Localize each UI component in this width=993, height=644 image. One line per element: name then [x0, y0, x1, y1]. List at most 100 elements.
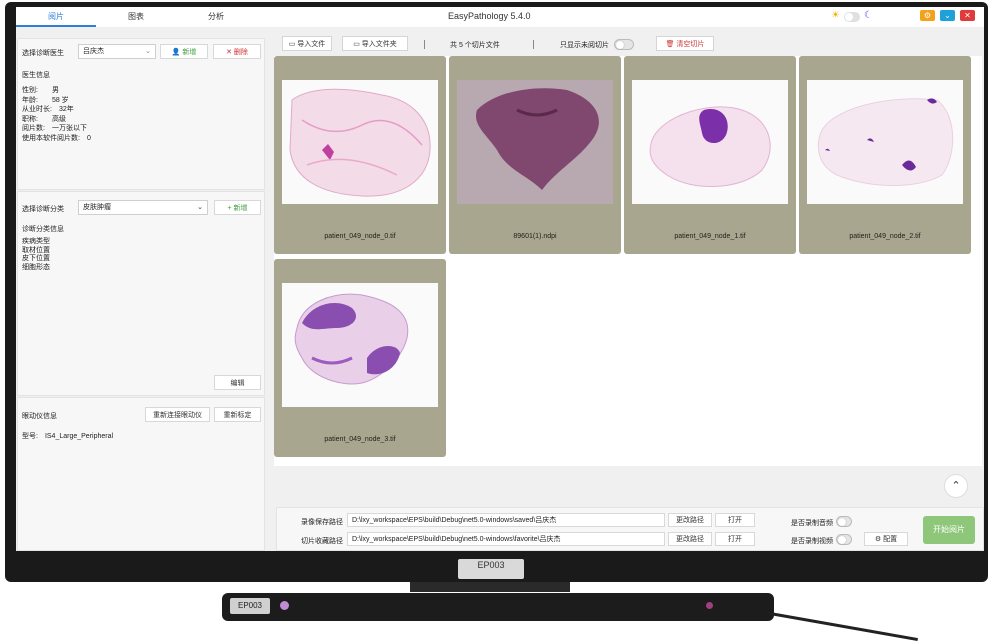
doctor-info-line: 阅片数: 一万张以下: [22, 125, 87, 132]
record-open-button[interactable]: 打开: [715, 513, 755, 527]
file-icon: ▭: [288, 41, 296, 48]
tracker-cable: [769, 612, 918, 642]
tissue-image: [649, 106, 771, 187]
tracker-model: 型号: IS4_Large_Peripheral: [22, 433, 114, 440]
chevron-down-icon: ⌄: [145, 48, 151, 55]
theme-toggle[interactable]: [844, 12, 860, 22]
favorite-path-input[interactable]: D:\lxy_workspace\EPS\build\Debug\net5.0-…: [347, 532, 665, 546]
bottom-settings: 录像保存路径 D:\lxy_workspace\EPS\build\Debug\…: [276, 507, 984, 551]
slide-name: patient_049_node_0.tif: [324, 233, 396, 240]
doctor-panel: 选择诊断医生 吕庆杰 ⌄ 👤 新增 ✕ 删除 医生信息 性别: 男 年龄: 58…: [17, 38, 265, 190]
minimize-button[interactable]: ⌄: [940, 10, 955, 21]
slide-card[interactable]: patient_049_node_3.tif: [274, 259, 446, 457]
record-change-path-button[interactable]: 更改路径: [668, 513, 712, 527]
tracker-sensor: [706, 602, 713, 609]
add-category-button[interactable]: + 新增: [214, 200, 261, 215]
slide-name: patient_049_node_2.tif: [849, 233, 921, 240]
record-audio-label: 是否录制音频: [791, 520, 833, 527]
slide-toolbar: ▭ 导入文件 ▭ 导入文件夹 共 5 个切片文件 只显示未阅切片 🗑 清空切片: [274, 32, 984, 54]
doctor-info-line: 职称: 高级: [22, 115, 66, 123]
doctor-info-line: 性别: 男: [22, 87, 59, 94]
tissue-image: [476, 88, 599, 190]
tab-charts[interactable]: 图表: [96, 7, 176, 27]
config-label: 配置: [883, 536, 898, 543]
doctor-info-line: 从业时长: 32年: [22, 106, 74, 113]
close-icon: ✕: [226, 49, 232, 56]
moon-icon: ☾: [864, 10, 873, 21]
category-select[interactable]: 皮肤肿瘤 ⌄: [78, 200, 208, 215]
doctor-select-label: 选择诊断医生: [22, 50, 64, 57]
diagnosis-panel: 选择诊断分类 皮肤肿瘤 ⌄ + 新增 诊断分类信息 疾病类型 取材位置 皮下位置…: [17, 191, 265, 396]
record-path-input[interactable]: D:\lxy_workspace\EPS\build\Debug\net5.0-…: [347, 513, 665, 527]
slide-card[interactable]: patient_049_node_2.tif: [799, 56, 971, 254]
eye-tracker-panel: 眼动仪信息 重新连接眼动仪 重新标定 型号: IS4_Large_Periphe…: [17, 397, 265, 551]
delete-doctor-label: 删除: [233, 49, 248, 56]
chevron-down-icon: ⌄: [197, 204, 203, 211]
delete-doctor-button[interactable]: ✕ 删除: [213, 44, 261, 59]
tissue-image: [817, 98, 954, 186]
clear-slides-button[interactable]: 🗑 清空切片: [656, 36, 714, 51]
category-info-line: 皮下位置: [22, 255, 50, 262]
category-info-line: 取材位置: [22, 246, 50, 254]
slide-card[interactable]: 89601(1).ndpi: [449, 56, 621, 254]
favorite-path-label: 切片收藏路径: [301, 538, 343, 545]
doctor-select-value: 吕庆杰: [83, 48, 104, 55]
config-button[interactable]: ⚙ 配置: [864, 532, 908, 546]
record-path-label: 录像保存路径: [301, 519, 343, 526]
category-info-list: 疾病类型 取材位置 皮下位置 细胞形态: [22, 238, 50, 272]
close-icon: ✕: [964, 11, 971, 20]
doctor-info-line: 年龄: 58 岁: [22, 96, 69, 104]
tab-analysis[interactable]: 分析: [176, 7, 256, 27]
divider: [533, 40, 534, 49]
slide-name: patient_049_node_3.tif: [324, 436, 396, 443]
doctor-info-line: 使用本软件阅片数: 0: [22, 134, 91, 142]
title-bar: 阅片 图表 分析 EasyPathology 5.4.0 ☀ ☾ ⚙ ⌄ ✕: [16, 7, 984, 27]
app-window: 阅片 图表 分析 EasyPathology 5.4.0 ☀ ☾ ⚙ ⌄ ✕ 选…: [16, 7, 984, 551]
doctor-info-title: 医生信息: [22, 72, 50, 79]
add-user-icon: 👤: [171, 49, 181, 56]
recalibrate-button[interactable]: 重新标定: [214, 407, 261, 422]
doctor-info-list: 性别: 男 年龄: 58 岁 从业时长: 32年 职称: 高级 阅片数: 一万张…: [22, 86, 91, 143]
scroll-top-button[interactable]: ⌃: [944, 474, 968, 498]
favorite-change-path-button[interactable]: 更改路径: [668, 532, 712, 546]
tab-reading[interactable]: 阅片: [16, 7, 96, 27]
close-button[interactable]: ✕: [960, 10, 975, 21]
gear-icon: ⚙: [874, 536, 882, 543]
slide-name: patient_049_node_1.tif: [674, 233, 746, 240]
show-unread-label: 只显示未阅切片: [560, 42, 609, 49]
monitor-stand: [410, 582, 570, 592]
category-info-line: 疾病类型: [22, 238, 50, 245]
edit-category-button[interactable]: 编辑: [214, 375, 261, 390]
category-select-label: 选择诊断分类: [22, 206, 64, 213]
record-video-toggle[interactable]: [836, 534, 852, 545]
monitor-tag-text: EP003: [477, 560, 505, 570]
record-audio-toggle[interactable]: [836, 516, 852, 527]
eye-tracker-title: 眼动仪信息: [22, 413, 57, 420]
record-video-label: 是否录制视频: [791, 538, 833, 545]
clear-slides-label: 清空切片: [676, 41, 705, 48]
slide-thumbnail: [807, 80, 963, 204]
show-unread-toggle[interactable]: [614, 39, 634, 50]
import-folder-button[interactable]: ▭ 导入文件夹: [342, 36, 408, 51]
tissue-image: [289, 88, 431, 197]
gear-icon: ⚙: [923, 11, 932, 20]
slide-gallery: patient_049_node_0.tif 89601(1).ndpi pat…: [274, 56, 982, 498]
import-folder-label: 导入文件夹: [361, 41, 397, 48]
doctor-select[interactable]: 吕庆杰 ⌄: [78, 44, 156, 59]
favorite-open-button[interactable]: 打开: [715, 532, 755, 546]
tissue-image: [294, 293, 409, 385]
monitor-tag: EP003: [458, 559, 524, 579]
slide-card[interactable]: patient_049_node_0.tif: [274, 56, 446, 254]
reconnect-tracker-button[interactable]: 重新连接眼动仪: [145, 407, 210, 422]
eye-tracker-device: EP003: [222, 593, 774, 621]
add-doctor-button[interactable]: 👤 新增: [160, 44, 208, 59]
import-file-button[interactable]: ▭ 导入文件: [282, 36, 332, 51]
add-doctor-label: 新增: [182, 49, 197, 56]
slide-card[interactable]: patient_049_node_1.tif: [624, 56, 796, 254]
category-select-value: 皮肤肿瘤: [83, 204, 111, 211]
settings-button[interactable]: ⚙: [920, 10, 935, 21]
folder-icon: ▭: [353, 41, 360, 48]
monitor-frame: 阅片 图表 分析 EasyPathology 5.4.0 ☀ ☾ ⚙ ⌄ ✕ 选…: [5, 2, 988, 582]
start-reading-button[interactable]: 开始阅片: [923, 516, 975, 544]
slide-thumbnail: [282, 80, 438, 204]
